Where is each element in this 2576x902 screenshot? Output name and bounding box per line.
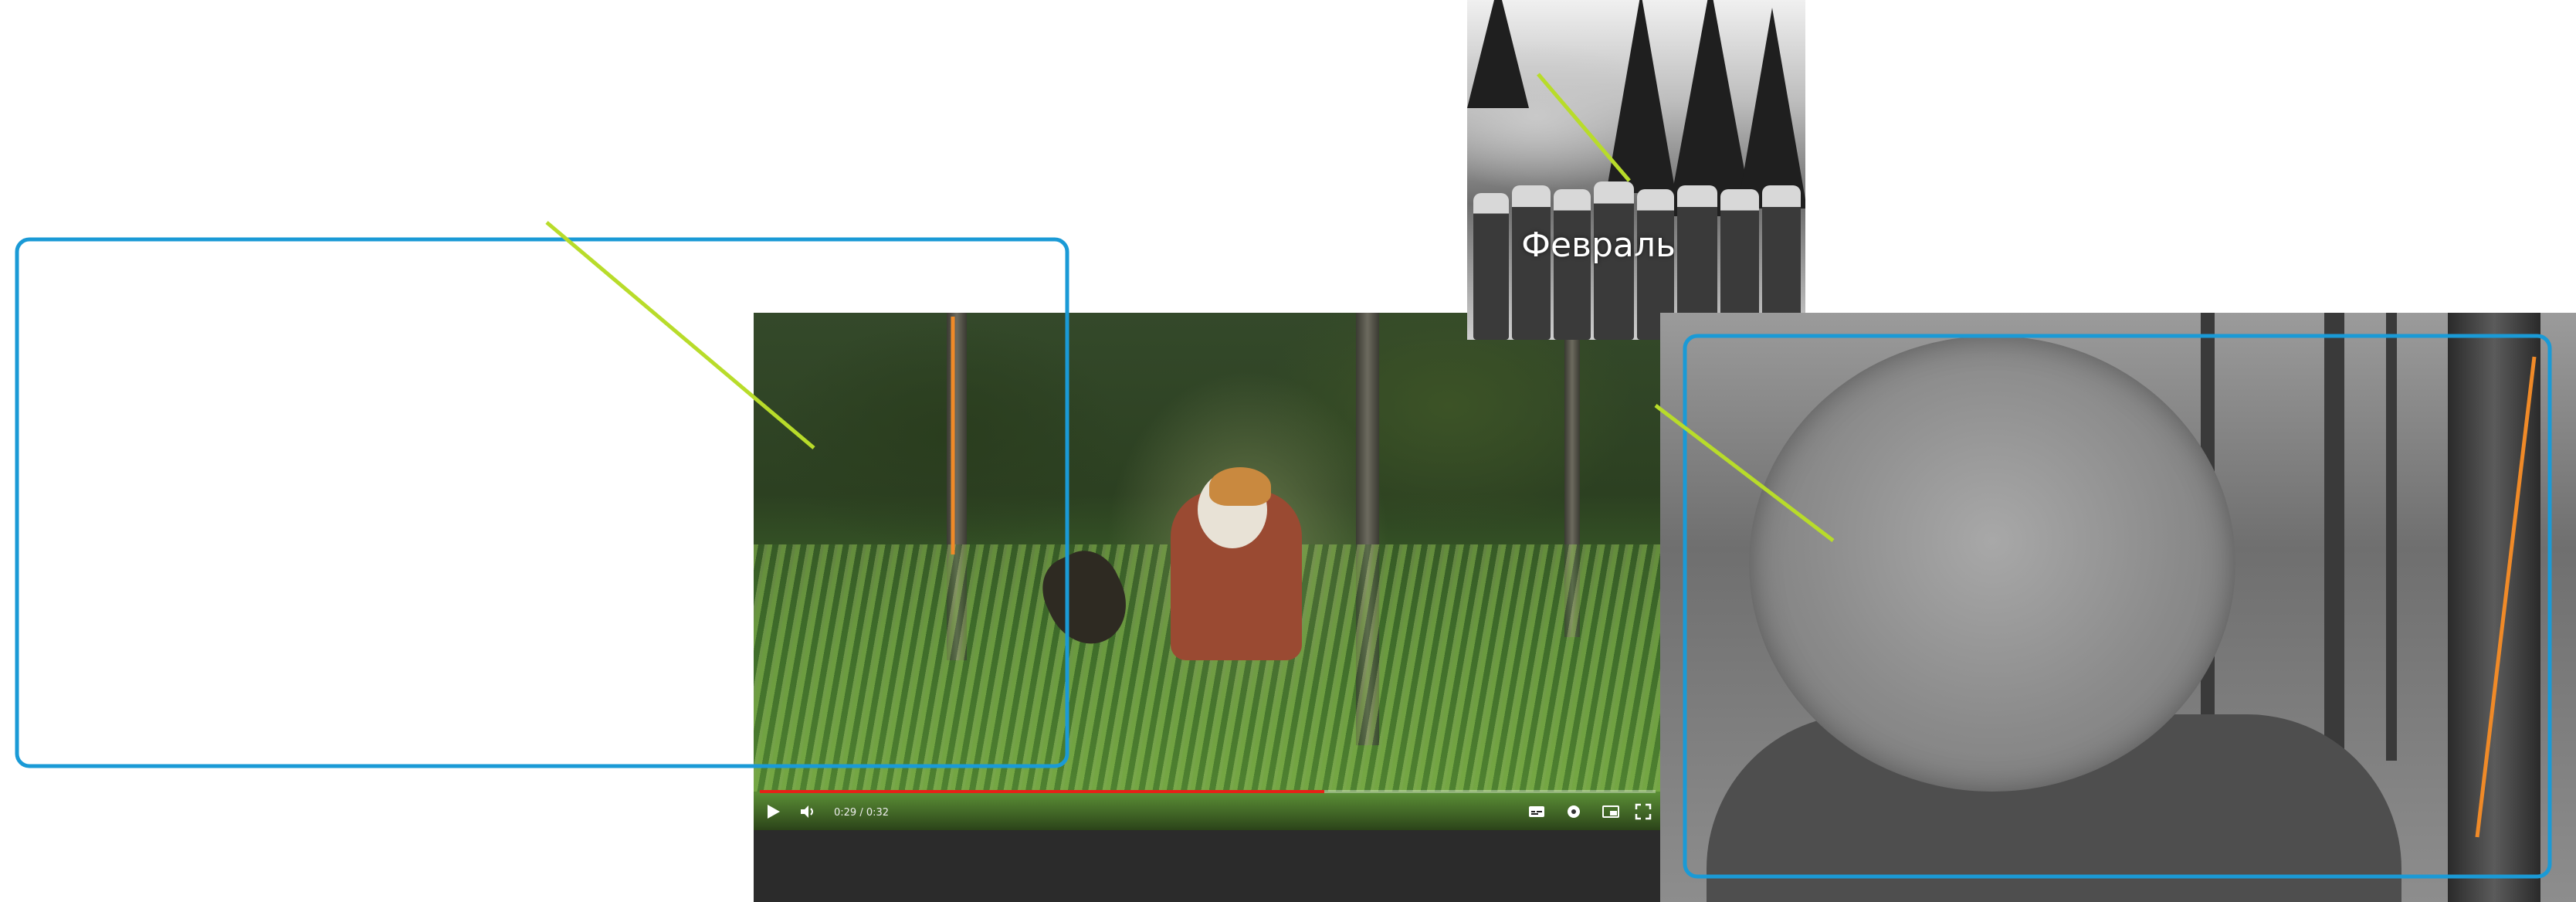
fullscreen-icon[interactable] (1634, 802, 1652, 821)
video-frame[interactable] (754, 313, 1662, 830)
tree (1606, 0, 1676, 193)
photo-face (1660, 313, 2576, 902)
video-controls: 0:29 / 0:32 (754, 793, 1662, 830)
play-icon[interactable] (764, 802, 781, 821)
face (1749, 336, 2235, 792)
subtitles-icon[interactable] (1527, 802, 1546, 821)
tree (1668, 0, 1753, 216)
tree (1467, 0, 1529, 108)
time-display: 0:29 / 0:32 (834, 807, 890, 819)
miniplayer-icon[interactable] (1602, 802, 1620, 821)
person-hat (1209, 467, 1271, 506)
photo-february: Февраль (1467, 0, 1805, 340)
tree (2324, 313, 2344, 792)
tree-trunk (2448, 313, 2540, 902)
tree (1737, 8, 1805, 209)
tree (2386, 313, 2397, 761)
video-player[interactable]: 0:29 / 0:32 (754, 313, 1662, 902)
volume-icon[interactable] (798, 802, 817, 821)
person (1473, 193, 1509, 340)
photo-caption: Февраль (1521, 226, 1676, 265)
settings-icon[interactable] (1564, 802, 1583, 821)
